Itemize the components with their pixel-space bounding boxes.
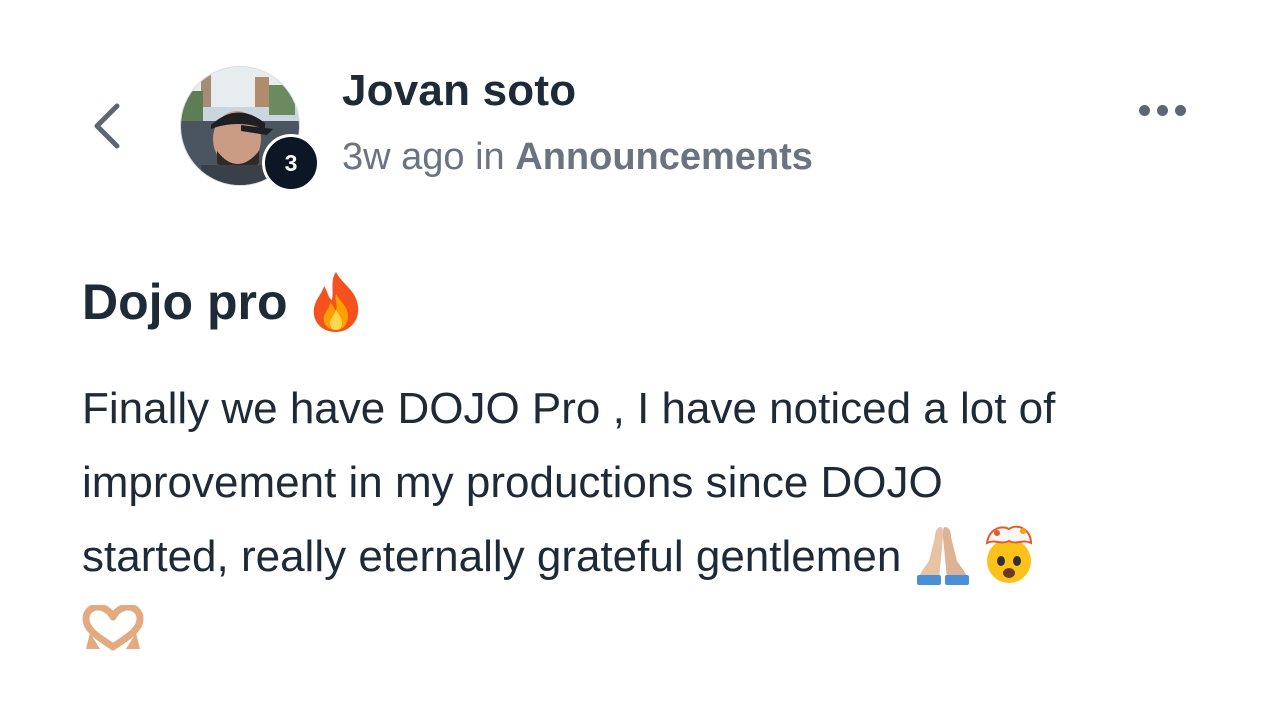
author-avatar-group[interactable]: 3 (180, 66, 320, 192)
post-body-line: improvement in my productions since DOJO (82, 458, 943, 507)
author-name[interactable]: Jovan soto (342, 66, 576, 116)
chevron-left-icon (94, 103, 120, 149)
back-button[interactable] (82, 96, 130, 156)
post-meta: 3w ago in Announcements (342, 136, 813, 179)
more-horizontal-icon-dot (1156, 104, 1168, 116)
more-horizontal-icon (1138, 104, 1150, 116)
heart-hands-emoji-icon (82, 603, 144, 651)
folded-hands-emoji-icon (917, 527, 970, 586)
more-options-button[interactable] (1130, 90, 1194, 130)
post-body-line: started, really eternally grateful gentl… (82, 520, 1192, 594)
meta-connector: in (475, 136, 505, 178)
post-title: Dojo pro (82, 270, 364, 334)
exploding-head-emoji-icon (986, 526, 1033, 584)
heart-hands-line (82, 600, 1192, 674)
emoji-row (911, 521, 1041, 586)
post-body-line: Finally we have DOJO Pro , I have notice… (82, 384, 1056, 433)
post-body-line-text: started, really eternally grateful gentl… (82, 532, 902, 581)
post-body: Finally we have DOJO Pro , I have notice… (82, 372, 1192, 674)
category-link[interactable]: Announcements (515, 136, 813, 178)
fire-emoji-icon (313, 272, 358, 332)
post-title-text: Dojo pro (82, 274, 288, 330)
more-horizontal-icon-dot (1174, 104, 1186, 116)
post-time: 3w ago (342, 136, 465, 178)
level-badge: 3 (262, 134, 320, 192)
